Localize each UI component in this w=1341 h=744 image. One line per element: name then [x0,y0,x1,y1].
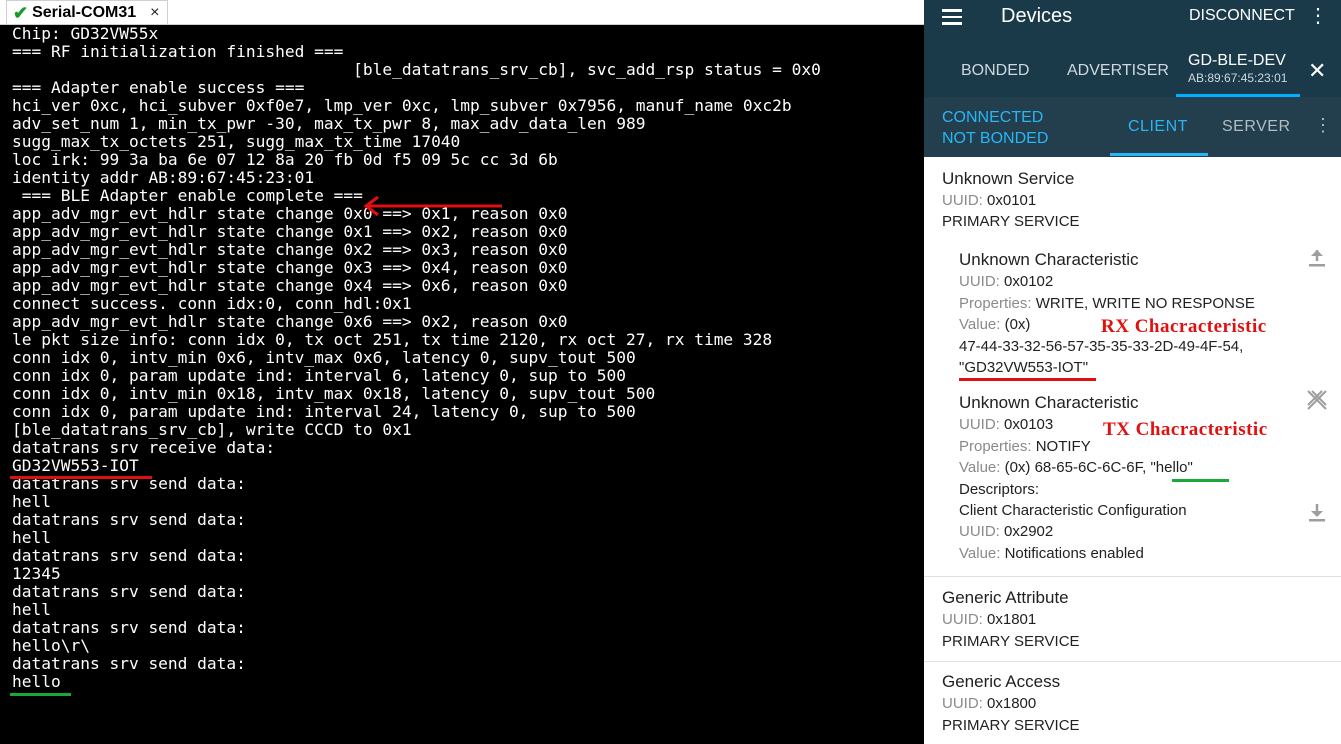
terminal-line: hell [12,528,51,547]
terminal-line: datatrans srv send data: [12,510,246,529]
terminal-line: hci_ver 0xc, hci_subver 0xf0e7, lmp_ver … [12,96,792,115]
characteristic-value-text: "GD32VW553-IOT" [959,359,1089,376]
tab-close-icon[interactable]: × [150,4,159,22]
upload-icon[interactable] [1305,247,1329,269]
client-tab-indicator [1110,153,1208,156]
terminal-line: app_adv_mgr_evt_hdlr state change 0x3 ==… [12,258,568,277]
terminal-line: app_adv_mgr_evt_hdlr state change 0x4 ==… [12,276,568,295]
tab-title: Serial-COM31 [32,3,137,21]
connection-sub-bar: CONNECTED NOT BONDED CLIENT SERVER ⋮ [924,97,1341,157]
service-item-unknown[interactable]: Unknown Service UUID: 0x0101 PRIMARY SER… [924,157,1341,577]
tab-client[interactable]: CLIENT [1128,118,1188,136]
terminal-line: [ble_datatrans_srv_cb], write CCCD to 0x… [12,420,412,439]
status-not-bonded: NOT BONDED [942,130,1049,147]
download-icon[interactable] [1305,502,1329,524]
terminal-lines: Chip: GD32VW55x === RF initialization fin… [12,25,821,691]
characteristic-value: Value: (0x) 68-65-6C-6C-6F, "hello" [959,459,1193,476]
terminal-tab-bar: ✔ Serial-COM31 × [0,0,924,25]
terminal-line: datatrans srv send data: [12,654,246,673]
serial-terminal-window: ✔ Serial-COM31 × Chip: GD32VW55x === RF i… [0,0,924,744]
service-uuid: UUID: 0x0101 [942,192,1037,209]
ble-app-panel: Devices DISCONNECT ⋮ BONDED ADVERTISER G… [924,0,1341,744]
terminal-line: GD32VW553-IOT [12,456,139,475]
characteristic-value-hex: 47-44-33-32-56-57-35-35-33-2D-49-4F-54, [959,338,1244,355]
terminal-line: loc irk: 99 3a ba 6e 07 12 8a 20 fb 0d f… [12,150,558,169]
disconnect-button[interactable]: DISCONNECT [1189,7,1295,25]
service-type: PRIMARY SERVICE [942,717,1080,734]
terminal-line: app_adv_mgr_evt_hdlr state change 0x1 ==… [12,222,568,241]
characteristic-uuid: UUID: 0x0103 [959,416,1054,433]
terminal-line: datatrans srv send data: [12,582,246,601]
rx-characteristic-annotation: RX Chacracteristic [1101,316,1267,337]
characteristic-name: Unknown Characteristic [959,250,1139,269]
terminal-line: === RF initialization finished === [12,42,344,61]
terminal-line: [ble_datatrans_srv_cb], svc_add_rsp stat… [12,60,821,79]
more-options-icon[interactable]: ⋮ [1314,115,1332,136]
service-type: PRIMARY SERVICE [942,213,1080,230]
characteristic-properties: Properties: NOTIFY [959,438,1091,455]
service-item-generic-attribute[interactable]: Generic Attribute UUID: 0x1801 PRIMARY S… [924,577,1341,662]
terminal-line: identity addr AB:89:67:45:23:01 [12,168,315,187]
green-underline-hello [10,693,71,696]
tab-serial-com31[interactable]: ✔ Serial-COM31 × [6,0,169,24]
terminal-line: conn idx 0, param update ind: interval 2… [12,402,636,421]
status-connected: CONNECTED [942,109,1044,126]
more-options-icon[interactable]: ⋮ [1308,3,1328,28]
terminal-line: datatrans srv send data: [12,618,246,637]
green-underline-tx-value [1172,479,1229,482]
tx-characteristic-annotation: TX Chacracteristic [1103,419,1268,440]
descriptor-name: Client Characteristic Configuration [959,502,1187,519]
service-uuid: UUID: 0x1801 [942,611,1037,628]
terminal-line: Chip: GD32VW55x [12,25,159,43]
terminal-line: conn idx 0, param update ind: interval 6… [12,366,626,385]
terminal-line: conn idx 0, intv_min 0x6, intv_max 0x6, … [12,348,636,367]
connected-check-icon: ✔ [13,2,29,23]
menu-icon[interactable] [942,6,966,28]
connection-status: CONNECTED NOT BONDED [942,107,1048,149]
terminal-line: hell [12,492,51,511]
characteristic-value: Value: (0x) [959,316,1031,333]
characteristic-properties: Properties: WRITE, WRITE NO RESPONSE [959,295,1255,312]
close-icon[interactable]: ✕ [1308,58,1326,84]
characteristic-uuid: UUID: 0x0102 [959,273,1054,290]
app-bar: Devices DISCONNECT ⋮ BONDED ADVERTISER G… [924,0,1341,97]
tab-bonded[interactable]: BONDED [961,62,1029,80]
terminal-output[interactable]: Chip: GD32VW55x === RF initialization fin… [0,25,924,744]
terminal-line: app_adv_mgr_evt_hdlr state change 0x2 ==… [12,240,568,259]
terminal-line: hello\r\ [12,636,90,655]
terminal-line: sugg_max_tx_octets 251, sugg_max_tx_time… [12,132,461,151]
terminal-line: connect success. conn idx:0, conn_hdl:0x… [12,294,412,313]
red-underline-rx-value [959,378,1096,381]
terminal-line: datatrans srv receive data: [12,438,276,457]
terminal-line: conn idx 0, intv_min 0x18, intv_max 0x18… [12,384,656,403]
app-title: Devices [1001,5,1073,27]
service-uuid: UUID: 0x1800 [942,695,1037,712]
terminal-line: hell [12,600,51,619]
tab-advertiser[interactable]: ADVERTISER [1067,62,1169,80]
terminal-line: hello [12,672,61,691]
terminal-line: app_adv_mgr_evt_hdlr state change 0x6 ==… [12,312,568,331]
service-name: Generic Attribute [942,588,1069,607]
terminal-line: === Adapter enable success === [12,78,305,97]
terminal-line: le pkt size info: conn idx 0, tx oct 251… [12,330,773,349]
notifications-disabled-icon[interactable] [1305,388,1329,412]
red-arrow-annotation [363,195,502,217]
descriptors-label: Descriptors: [959,481,1040,498]
terminal-line: 12345 [12,564,61,583]
service-item-generic-access[interactable]: Generic Access UUID: 0x1800 PRIMARY SERV… [924,662,1341,744]
service-name: Generic Access [942,672,1061,691]
descriptor-value: Value: Notifications enabled [959,545,1144,562]
service-type: PRIMARY SERVICE [942,633,1080,650]
tab-server[interactable]: SERVER [1222,118,1291,136]
characteristic-name: Unknown Characteristic [959,393,1139,412]
descriptor-uuid: UUID: 0x2902 [959,523,1054,540]
terminal-line: adv_set_num 1, min_tx_pwr -30, max_tx_pw… [12,114,646,133]
terminal-line: datatrans srv send data: [12,546,246,565]
service-name: Unknown Service [942,169,1075,188]
red-underline-received-data [10,476,152,479]
